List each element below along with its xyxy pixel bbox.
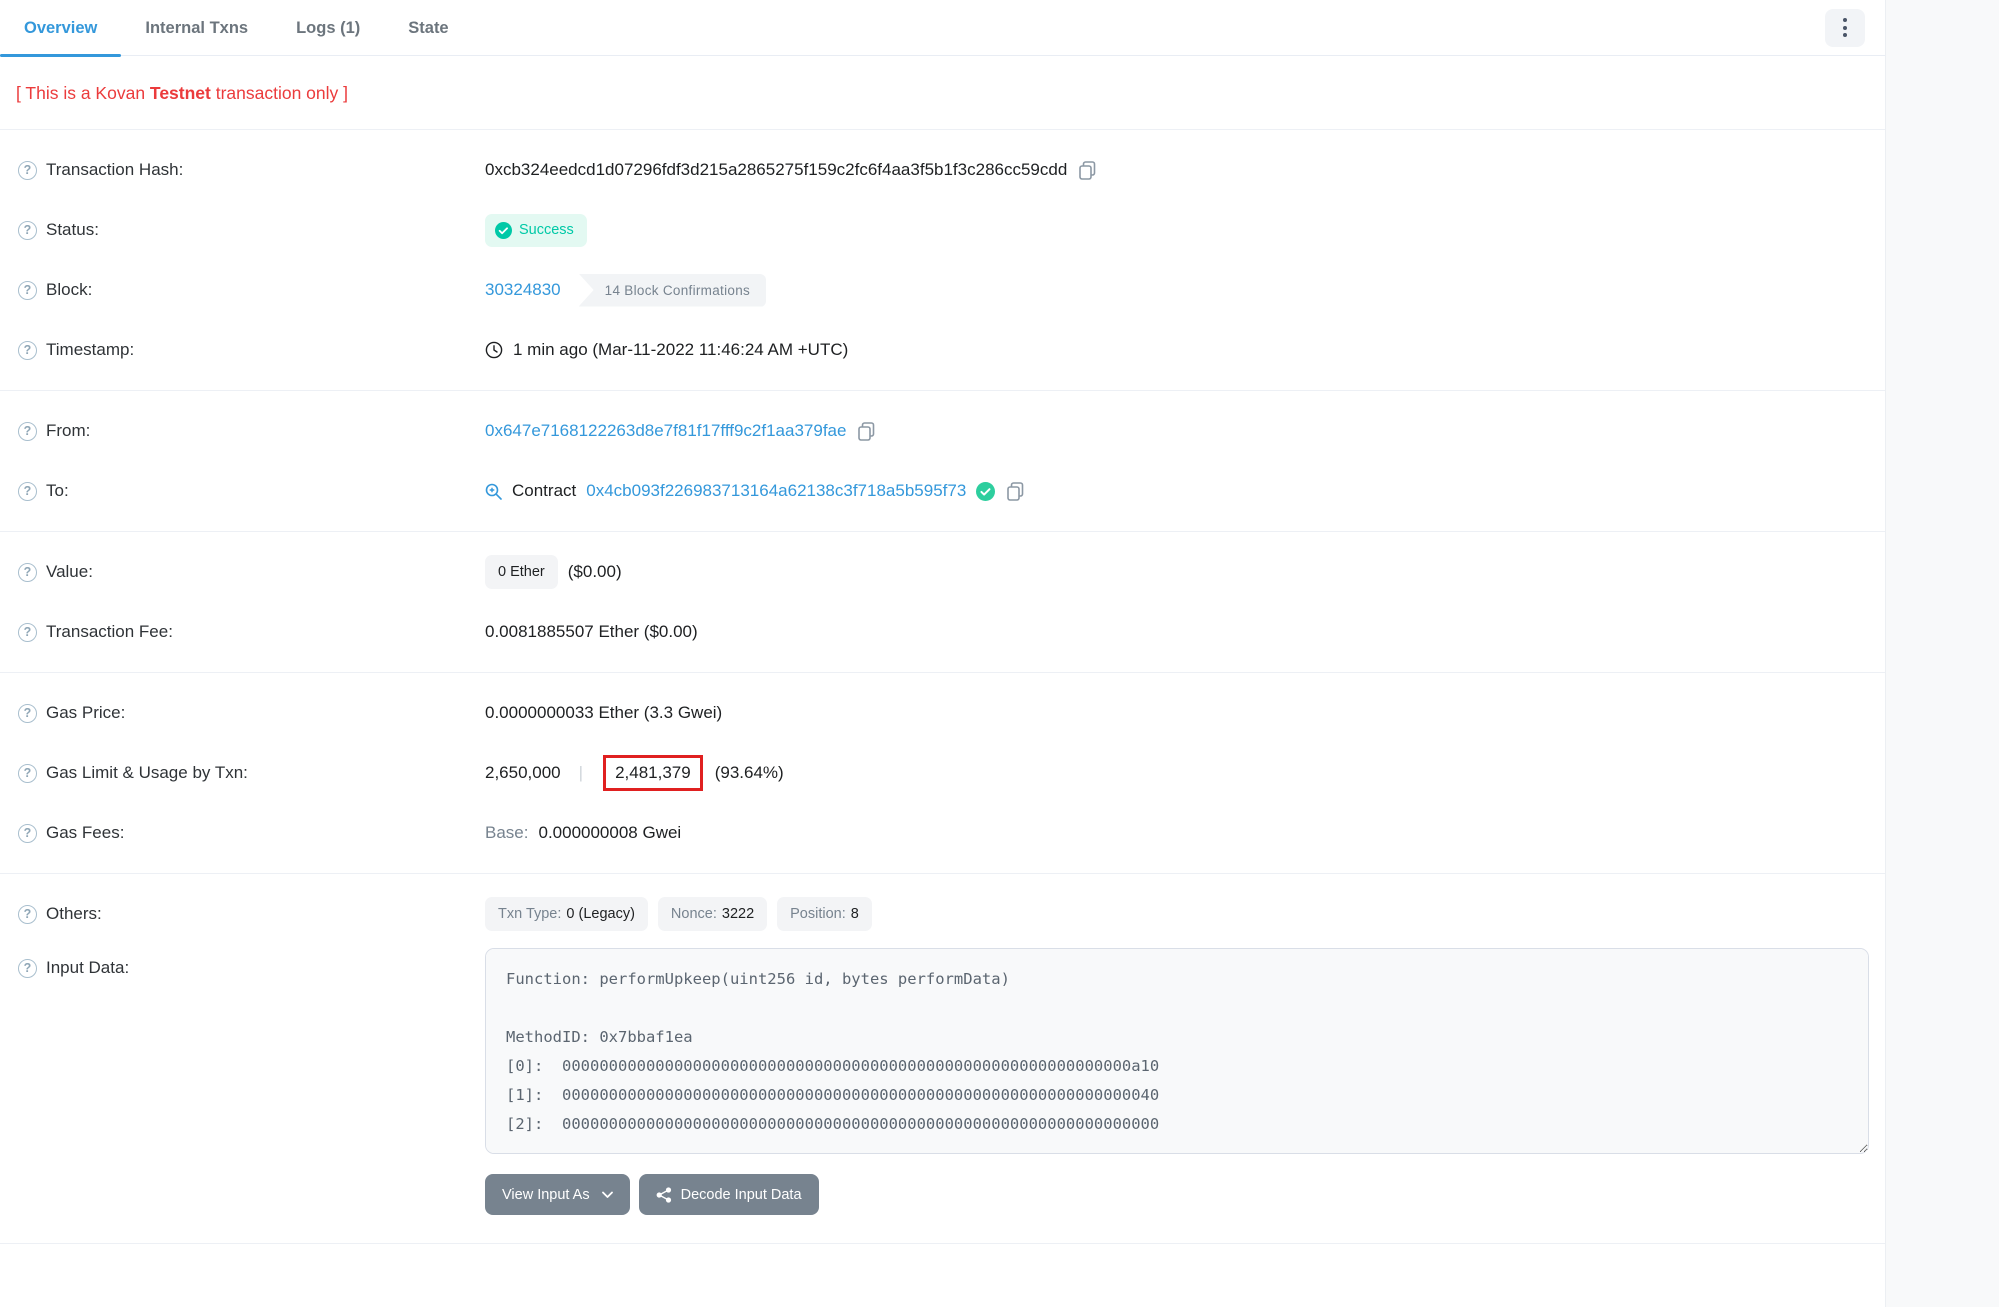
block-confirmations-badge: 14 Block Confirmations — [579, 274, 766, 307]
base-fee-label: Base: — [485, 823, 528, 843]
card-footer-divider — [0, 1243, 1885, 1283]
section-gas: ? Gas Price: 0.0000000033 Ether (3.3 Gwe… — [0, 672, 1885, 873]
help-icon[interactable]: ? — [18, 905, 37, 924]
usd-value: ($0.00) — [568, 562, 622, 582]
tab-state[interactable]: State — [384, 0, 472, 56]
gas-limit-value: 2,650,000 — [485, 763, 561, 783]
transaction-overview-card: Overview Internal Txns Logs (1) State [ … — [0, 0, 1886, 1307]
value-label: ? Value: — [0, 562, 485, 582]
row-others: ? Others: Txn Type: 0 (Legacy) Nonce: 32… — [0, 884, 1885, 944]
kebab-menu-icon — [1843, 17, 1847, 39]
check-circle-icon — [495, 222, 512, 239]
status-badge: Success — [485, 214, 587, 247]
copy-icon — [858, 422, 875, 441]
help-icon[interactable]: ? — [18, 422, 37, 441]
help-icon[interactable]: ? — [18, 482, 37, 501]
gas-used-percent: (93.64%) — [715, 763, 784, 783]
row-transaction-hash: ? Transaction Hash: 0xcb324eedcd1d07296f… — [0, 140, 1885, 200]
clock-icon — [485, 341, 503, 359]
transaction-fee-label: ? Transaction Fee: — [0, 622, 485, 642]
to-address-link[interactable]: 0x4cb093f226983713164a62138c3f718a5b595f… — [586, 481, 966, 501]
verified-check-icon — [976, 482, 995, 501]
section-from-to: ? From: 0x647e7168122263d8e7f81f17fff9c2… — [0, 390, 1885, 531]
help-icon[interactable]: ? — [18, 563, 37, 582]
input-data-label: ? Input Data: — [0, 948, 485, 978]
copy-icon — [1079, 161, 1096, 180]
help-icon[interactable]: ? — [18, 959, 37, 978]
testnet-warning: [ This is a Kovan Testnet transaction on… — [0, 56, 1885, 129]
chevron-down-icon — [602, 1191, 613, 1199]
help-icon[interactable]: ? — [18, 623, 37, 642]
decode-input-data-button[interactable]: Decode Input Data — [639, 1174, 819, 1215]
input-data-textarea[interactable]: Function: performUpkeep(uint256 id, byte… — [485, 948, 1869, 1154]
tab-overview[interactable]: Overview — [0, 0, 121, 56]
help-icon[interactable]: ? — [18, 704, 37, 723]
view-input-as-button[interactable]: View Input As — [485, 1174, 630, 1215]
txn-type-badge: Txn Type: 0 (Legacy) — [485, 897, 648, 931]
more-options-button[interactable] — [1825, 9, 1865, 47]
help-icon[interactable]: ? — [18, 161, 37, 180]
help-icon[interactable]: ? — [18, 221, 37, 240]
position-badge: Position: 8 — [777, 897, 872, 931]
transaction-fee-value: 0.0081885507 Ether ($0.00) — [485, 622, 698, 642]
transaction-hash-label: ? Transaction Hash: — [0, 160, 485, 180]
row-to: ? To: Contract 0x4cb093f226983713164a621… — [0, 461, 1885, 521]
timestamp-value: 1 min ago (Mar-11-2022 11:46:24 AM +UTC) — [513, 340, 848, 360]
row-status: ? Status: Success — [0, 200, 1885, 260]
help-icon[interactable]: ? — [18, 764, 37, 783]
gas-separator: | — [571, 763, 591, 783]
gas-used-annotation-box: 2,481,379 — [603, 755, 703, 791]
from-label: ? From: — [0, 421, 485, 441]
section-others-input: ? Others: Txn Type: 0 (Legacy) Nonce: 32… — [0, 873, 1885, 1293]
gas-used-value: 2,481,379 — [615, 763, 691, 782]
status-label: ? Status: — [0, 220, 485, 240]
row-gas-limit-usage: ? Gas Limit & Usage by Txn: 2,650,000 | … — [0, 743, 1885, 803]
to-contract-word: Contract — [512, 481, 576, 501]
ether-value-badge: 0 Ether — [485, 555, 558, 589]
row-gas-fees: ? Gas Fees: Base: 0.000000008 Gwei — [0, 803, 1885, 863]
copy-icon — [1007, 482, 1024, 501]
gas-price-label: ? Gas Price: — [0, 703, 485, 723]
row-block: ? Block: 30324830 14 Block Confirmations — [0, 260, 1885, 320]
block-number-link[interactable]: 30324830 — [485, 280, 561, 300]
nonce-badge: Nonce: 3222 — [658, 897, 767, 931]
help-icon[interactable]: ? — [18, 281, 37, 300]
section-value-fee: ? Value: 0 Ether ($0.00) ? Transaction F… — [0, 531, 1885, 672]
row-value: ? Value: 0 Ether ($0.00) — [0, 542, 1885, 602]
section-hash-status-block-time: ? Transaction Hash: 0xcb324eedcd1d07296f… — [0, 129, 1885, 390]
transaction-hash-value: 0xcb324eedcd1d07296fdf3d215a2865275f159c… — [485, 160, 1067, 180]
row-timestamp: ? Timestamp: 1 min ago (Mar-11-2022 11:4… — [0, 320, 1885, 380]
row-transaction-fee: ? Transaction Fee: 0.0081885507 Ether ($… — [0, 602, 1885, 662]
decode-icon — [656, 1187, 672, 1203]
gas-price-value: 0.0000000033 Ether (3.3 Gwei) — [485, 703, 722, 723]
to-label: ? To: — [0, 481, 485, 501]
base-fee-value: 0.000000008 Gwei — [538, 823, 681, 843]
from-address-link[interactable]: 0x647e7168122263d8e7f81f17fff9c2f1aa379f… — [485, 421, 846, 441]
tab-logs[interactable]: Logs (1) — [272, 0, 384, 56]
help-icon[interactable]: ? — [18, 341, 37, 360]
others-label: ? Others: — [0, 904, 485, 924]
block-label: ? Block: — [0, 280, 485, 300]
row-gas-price: ? Gas Price: 0.0000000033 Ether (3.3 Gwe… — [0, 683, 1885, 743]
copy-to-address-button[interactable] — [1005, 480, 1026, 503]
help-icon[interactable]: ? — [18, 824, 37, 843]
row-from: ? From: 0x647e7168122263d8e7f81f17fff9c2… — [0, 401, 1885, 461]
copy-from-address-button[interactable] — [856, 420, 877, 443]
magnifier-plus-icon[interactable] — [485, 483, 502, 500]
timestamp-label: ? Timestamp: — [0, 340, 485, 360]
tab-internal-txns[interactable]: Internal Txns — [121, 0, 272, 56]
copy-hash-button[interactable] — [1077, 159, 1098, 182]
row-input-data: ? Input Data: Function: performUpkeep(ui… — [0, 944, 1885, 1229]
tab-bar: Overview Internal Txns Logs (1) State — [0, 0, 1885, 56]
gas-limit-usage-label: ? Gas Limit & Usage by Txn: — [0, 763, 485, 783]
gas-fees-label: ? Gas Fees: — [0, 823, 485, 843]
